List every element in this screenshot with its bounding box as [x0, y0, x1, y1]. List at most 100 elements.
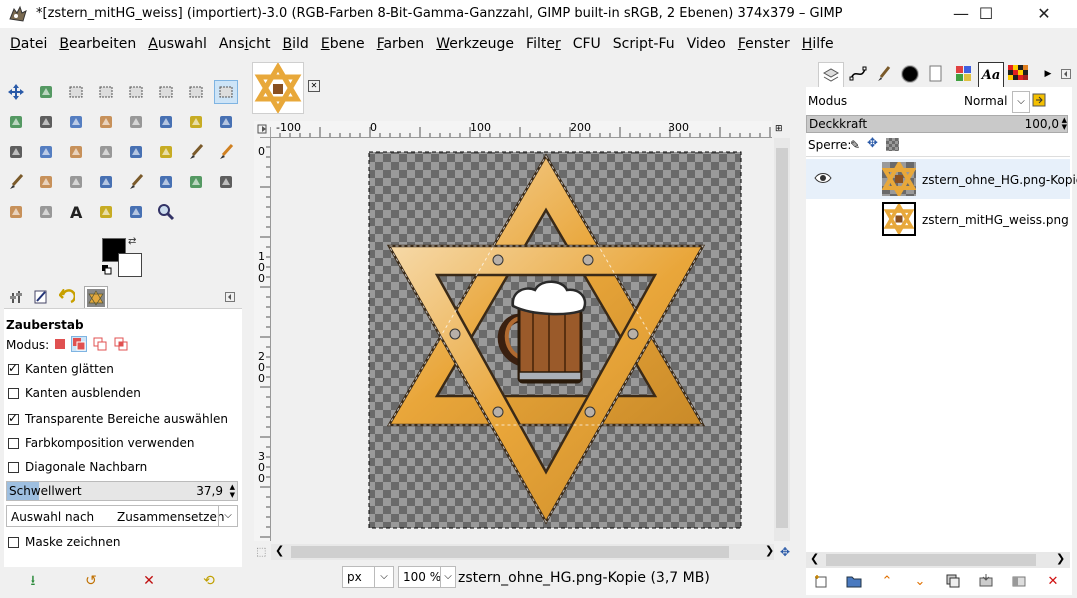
- reset-tool-options-icon[interactable]: ⟲: [200, 573, 218, 589]
- navigate-icon[interactable]: ⊞: [775, 124, 783, 134]
- bucket-fill-tool-icon[interactable]: [124, 140, 148, 164]
- tab-paths[interactable]: [846, 62, 870, 86]
- layer-row[interactable]: zstern_ohne_HG.png-Kopie: [806, 159, 1077, 199]
- threshold-spin-icon[interactable]: ▲ ▼: [230, 483, 235, 499]
- vertical-scrollbar[interactable]: [774, 138, 790, 541]
- navigation-icon[interactable]: ✥: [780, 545, 790, 559]
- perspective-tool-icon[interactable]: [154, 110, 178, 134]
- horizontal-scrollbar[interactable]: ❮ ❯: [271, 544, 774, 560]
- sample-merged-checkbox[interactable]: Farbkomposition verwenden: [8, 434, 194, 452]
- merge-layer-icon[interactable]: [977, 574, 995, 590]
- horizontal-scrollbar-thumb[interactable]: [291, 546, 729, 558]
- scroll-right-icon[interactable]: ❯: [1056, 552, 1065, 565]
- quick-mask-icon[interactable]: ⬚: [256, 545, 266, 558]
- mode-replace-button[interactable]: [52, 336, 68, 352]
- menu-edit[interactable]: Bearbeiten: [55, 33, 142, 55]
- layers-horizontal-scrollbar[interactable]: ❮ ❯: [806, 552, 1070, 568]
- checkbox-checked[interactable]: [8, 411, 19, 425]
- image-canvas[interactable]: [271, 138, 772, 541]
- opacity-slider[interactable]: Deckkraft 100,0 ▲ ▼: [806, 115, 1068, 133]
- close-button[interactable]: ✕: [1021, 0, 1067, 28]
- blur-tool-icon[interactable]: [214, 170, 238, 194]
- layer-mode-value[interactable]: Normal: [964, 94, 1007, 108]
- mode-subtract-button[interactable]: [92, 336, 108, 352]
- shear-tool-icon[interactable]: [94, 110, 118, 134]
- delete-layer-icon[interactable]: ✕: [1044, 574, 1062, 590]
- tab-brushes[interactable]: [872, 62, 896, 86]
- paintbrush-tool-icon[interactable]: [184, 140, 208, 164]
- foreground-select-tool-icon[interactable]: [184, 80, 208, 104]
- duplicate-layer-icon[interactable]: [944, 574, 962, 590]
- text-tool-icon[interactable]: A: [64, 200, 88, 224]
- dock-menu-icon[interactable]: [1054, 62, 1077, 86]
- zoom-tool-icon[interactable]: [154, 200, 178, 224]
- checkbox-unchecked[interactable]: [8, 461, 19, 473]
- select-by-dropdown[interactable]: Auswahl nach Zusammensetzen ⌵: [6, 505, 238, 527]
- chevron-down-icon[interactable]: ⌵: [218, 506, 237, 526]
- raise-layer-icon[interactable]: ⌃: [878, 574, 896, 590]
- chevron-down-icon[interactable]: ⌵: [1012, 91, 1030, 113]
- layer-row[interactable]: zstern_mitHG_weiss.png: [806, 199, 1070, 239]
- dropper-tool-icon[interactable]: [34, 200, 58, 224]
- tab-patterns[interactable]: [952, 62, 976, 86]
- new-layer-icon[interactable]: [812, 574, 830, 590]
- ruler-corner[interactable]: [254, 121, 270, 137]
- lock-position-icon[interactable]: ✥: [867, 136, 878, 151]
- move-tool-icon[interactable]: [4, 80, 28, 104]
- tab-undo-history[interactable]: [56, 286, 78, 308]
- background-color[interactable]: [118, 253, 142, 277]
- zoom-dropdown[interactable]: 100 % ⌵: [398, 566, 456, 588]
- align-tool-icon[interactable]: [34, 80, 58, 104]
- layer-mask-icon[interactable]: [1010, 574, 1028, 590]
- threshold-slider[interactable]: Schwellwert 37,9 ▲ ▼: [6, 481, 238, 501]
- ink-tool-icon[interactable]: [124, 170, 148, 194]
- gradient-pattern-tool-icon[interactable]: [64, 140, 88, 164]
- checkbox-checked[interactable]: [8, 361, 19, 375]
- menu-view[interactable]: Ansicht: [215, 33, 277, 55]
- mode-intersect-button[interactable]: [113, 336, 129, 352]
- draw-mask-checkbox[interactable]: Maske zeichnen: [8, 533, 121, 551]
- scroll-right-icon[interactable]: ❯: [765, 544, 774, 557]
- vertical-ruler[interactable]: 0 1 0 0 2 0 0 3 0 0: [254, 137, 271, 541]
- reset-colors-icon[interactable]: [102, 264, 112, 275]
- diagonal-neighbors-checkbox[interactable]: Diagonale Nachbarn: [8, 458, 147, 476]
- new-layer-group-icon[interactable]: [845, 574, 863, 590]
- save-tool-preset-icon[interactable]: ⭳: [24, 573, 42, 589]
- warp-transform-tool-icon[interactable]: [4, 140, 28, 164]
- rect-select-tool-icon[interactable]: [64, 80, 88, 104]
- menu-cfu[interactable]: CFU: [569, 33, 607, 55]
- unified-transform-tool-icon[interactable]: [184, 110, 208, 134]
- scissors-select-tool-icon[interactable]: [154, 80, 178, 104]
- scroll-left-icon[interactable]: ❮: [275, 544, 284, 557]
- menu-script-fu[interactable]: Script-Fu: [609, 33, 681, 55]
- lock-alpha-icon[interactable]: [886, 138, 899, 151]
- menu-help[interactable]: Hilfe: [798, 33, 840, 55]
- layer-mode-switch-icon[interactable]: [1032, 93, 1046, 110]
- menu-windows[interactable]: Fenster: [734, 33, 796, 55]
- close-image-tab-icon[interactable]: ✕: [308, 80, 320, 92]
- menu-select[interactable]: Auswahl: [144, 33, 213, 55]
- image-tab-thumbnail[interactable]: [252, 62, 304, 114]
- menu-layer[interactable]: Ebene: [317, 33, 371, 55]
- eraser-tool-icon[interactable]: [94, 170, 118, 194]
- lower-layer-icon[interactable]: ⌄: [911, 574, 929, 590]
- menu-file[interactable]: Datei: [6, 33, 53, 55]
- tab-brush-shape[interactable]: [898, 62, 922, 86]
- feather-checkbox[interactable]: Kanten ausblenden: [8, 384, 141, 402]
- tab-layers[interactable]: [818, 62, 844, 88]
- rotate-tool-icon[interactable]: [34, 110, 58, 134]
- mode-add-button[interactable]: [71, 336, 87, 352]
- tab-images[interactable]: [84, 286, 108, 310]
- swap-colors-icon[interactable]: ⇄: [128, 236, 136, 247]
- tab-fonts[interactable]: Aa: [978, 62, 1004, 88]
- free-select-tool-icon[interactable]: [124, 80, 148, 104]
- menu-video[interactable]: Video: [683, 33, 732, 55]
- menu-colors[interactable]: Farben: [373, 33, 431, 55]
- horizontal-ruler[interactable]: -100 0 100 200 300: [270, 121, 772, 138]
- color-picker-tool-icon[interactable]: [94, 200, 118, 224]
- restore-tool-preset-icon[interactable]: ↺: [82, 573, 100, 589]
- scroll-left-icon[interactable]: ❮: [810, 552, 819, 565]
- lock-pixels-icon[interactable]: ✎: [850, 138, 860, 152]
- tab-gradients[interactable]: [1006, 62, 1030, 86]
- airbrush-tool-icon[interactable]: [4, 170, 28, 194]
